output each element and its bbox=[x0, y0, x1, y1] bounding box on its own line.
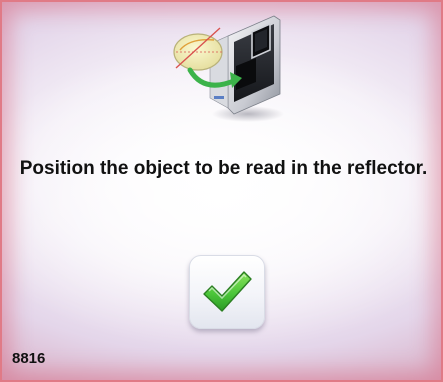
confirm-button[interactable] bbox=[189, 255, 265, 329]
screen-code-label: 8816 bbox=[12, 350, 46, 367]
tracer-device-with-lens-icon bbox=[170, 10, 288, 128]
instruction-message: Position the object to be read in the re… bbox=[19, 158, 428, 179]
instruction-screen: Position the object to be read in the re… bbox=[0, 0, 443, 382]
checkmark-icon bbox=[201, 269, 253, 315]
